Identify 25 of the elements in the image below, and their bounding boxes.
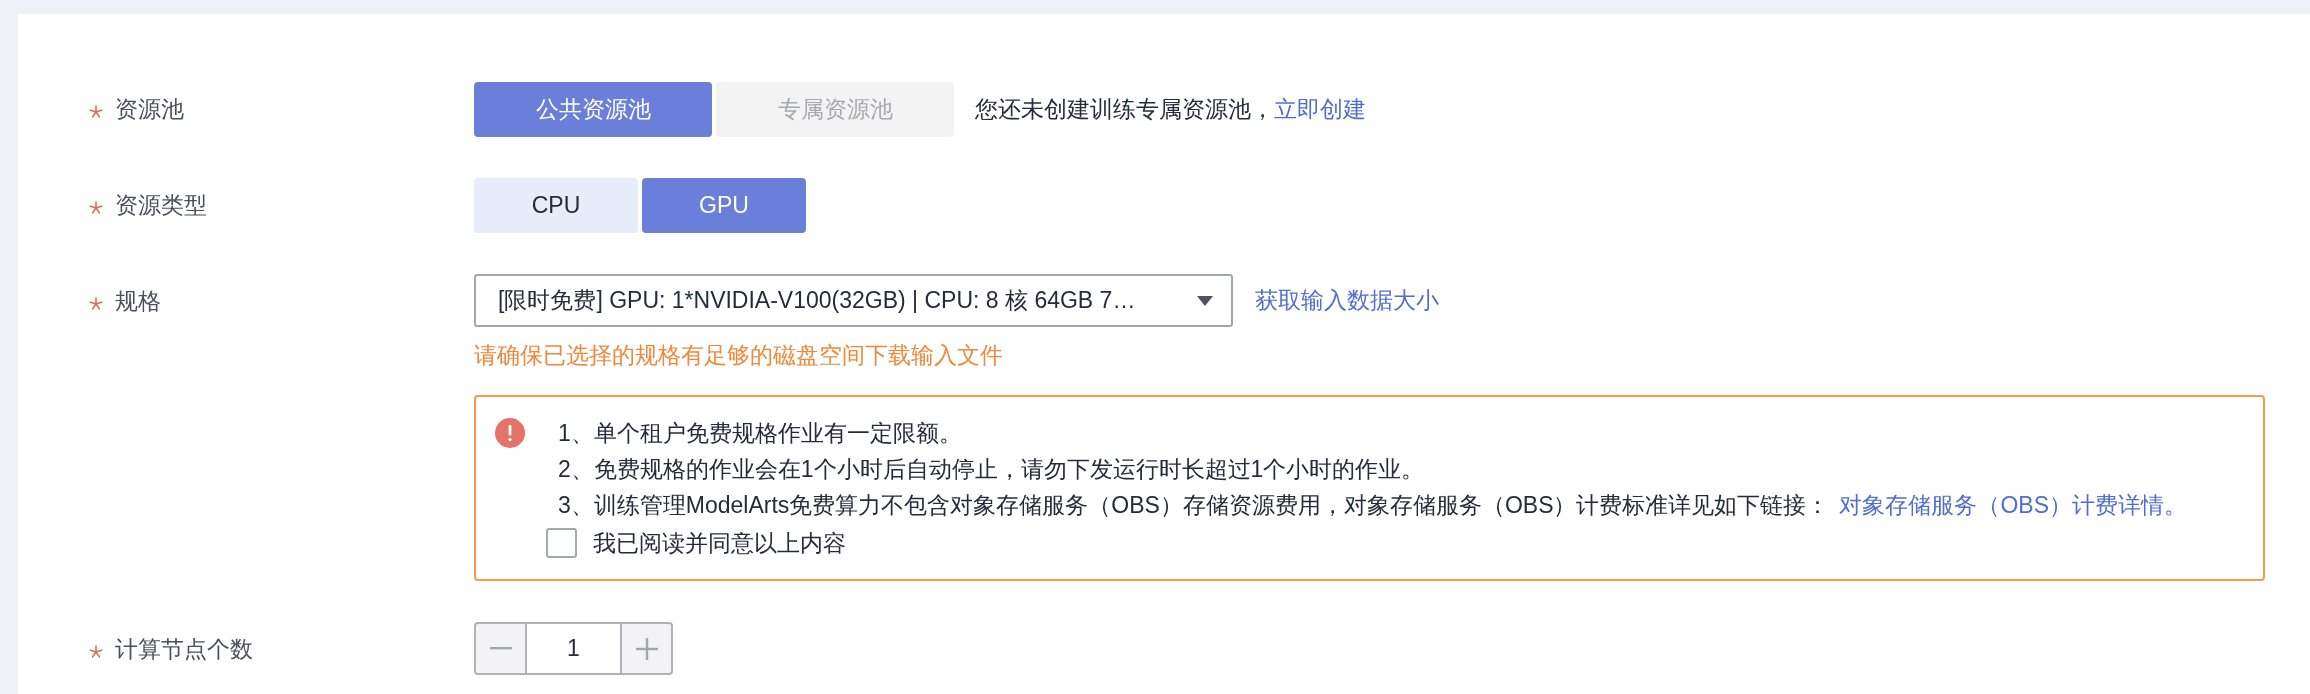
data-size-link[interactable]: 获取输入数据大小 (1255, 285, 1439, 316)
hint-text: 请确保已选择的规格有足够的磁盘空间下载输入文件 (474, 341, 1003, 370)
segment-button[interactable]: CPU (474, 178, 638, 233)
checkbox-label: 我已阅读并同意以上内容 (593, 528, 846, 558)
segment-button[interactable]: 公共资源池 (474, 82, 712, 137)
field-label: 资源类型 (115, 191, 207, 220)
minus-icon (489, 647, 512, 650)
notice-text: 1、单个租户免费规格作业有一定限额。 (558, 419, 962, 448)
field-label: 计算节点个数 (115, 635, 253, 664)
checkbox[interactable] (546, 528, 577, 558)
segment-button[interactable]: GPU (642, 178, 806, 233)
increment-button[interactable] (620, 622, 673, 675)
field-label: 规格 (115, 287, 161, 316)
decrement-button[interactable] (474, 622, 527, 675)
spec-select[interactable]: [限时免费] GPU: 1*NVIDIA-V100(32GB) | CPU: 8 核 64GB 7… (474, 274, 1233, 327)
notice-text: 2、免费规格的作业会在1个小时后自动停止，请勿下发运行时长超过1个小时的作业。 (558, 455, 1425, 484)
billing-link[interactable]: 对象存储服务（OBS）计费详情。 (1839, 492, 2188, 518)
create-link[interactable]: 立即创建 (1274, 96, 1366, 122)
node-count-input[interactable]: 1 (527, 622, 620, 675)
note-text: 您还未创建训练专属资源池，立即创建 (975, 95, 1366, 124)
warning-icon (495, 418, 525, 448)
field-label: 资源池 (115, 95, 184, 124)
caret-icon (1197, 295, 1213, 306)
notice-text: 3、训练管理ModelArts免费算力不包含对象存储服务（OBS）存储资源费用，对象存储服务（OBS）计费标准详见如下链接： 对象存储服务（OBS）计费详情。 (558, 491, 2188, 520)
plus-icon (635, 637, 658, 660)
